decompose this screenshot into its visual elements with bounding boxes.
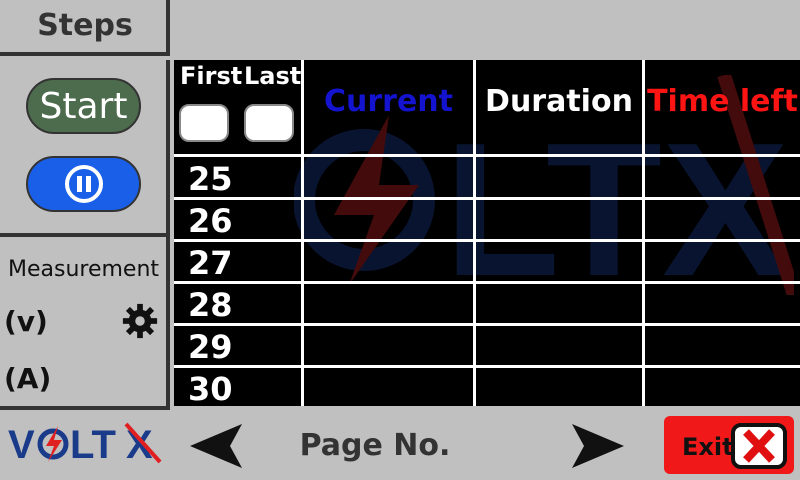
first-label: First xyxy=(180,62,243,90)
row-step-number: 27 xyxy=(188,244,233,282)
current-unit-label: (A) xyxy=(4,362,52,395)
last-step-input[interactable] xyxy=(244,104,294,142)
last-label: Last xyxy=(244,62,302,90)
row-step-number: 26 xyxy=(188,202,233,240)
row-step-number: 28 xyxy=(188,286,233,324)
prev-page-arrow-icon[interactable] xyxy=(190,424,242,468)
measurement-label: Measurement xyxy=(8,257,160,282)
column-header-current: Current xyxy=(323,84,453,119)
row-step-number: 30 xyxy=(188,370,233,408)
divider xyxy=(0,406,170,410)
svg-text:V: V xyxy=(8,423,35,467)
row-step-number: 29 xyxy=(188,328,233,366)
divider xyxy=(0,233,170,237)
steps-table: LTX First Last Current Duration Time lef… xyxy=(174,60,800,408)
pause-icon xyxy=(64,165,103,203)
start-button-label: Start xyxy=(39,85,128,127)
gear-icon[interactable] xyxy=(121,302,159,340)
voltx-logo: V LT X xyxy=(8,422,162,467)
steps-title: Steps xyxy=(37,8,133,43)
next-page-arrow-icon[interactable] xyxy=(572,424,624,468)
exit-button-label: Exit xyxy=(682,433,734,461)
column-header-duration: Duration xyxy=(485,84,633,119)
row-step-number: 25 xyxy=(188,160,233,198)
voltage-unit-label: (v) xyxy=(4,305,48,338)
svg-text:LT: LT xyxy=(70,423,116,467)
first-step-input[interactable] xyxy=(179,104,229,142)
start-button[interactable]: Start xyxy=(26,78,141,134)
pause-button[interactable] xyxy=(26,156,141,212)
page-number-label: Page No. xyxy=(299,428,451,463)
close-icon xyxy=(731,423,787,469)
column-header-time-left: Time left xyxy=(647,84,798,119)
